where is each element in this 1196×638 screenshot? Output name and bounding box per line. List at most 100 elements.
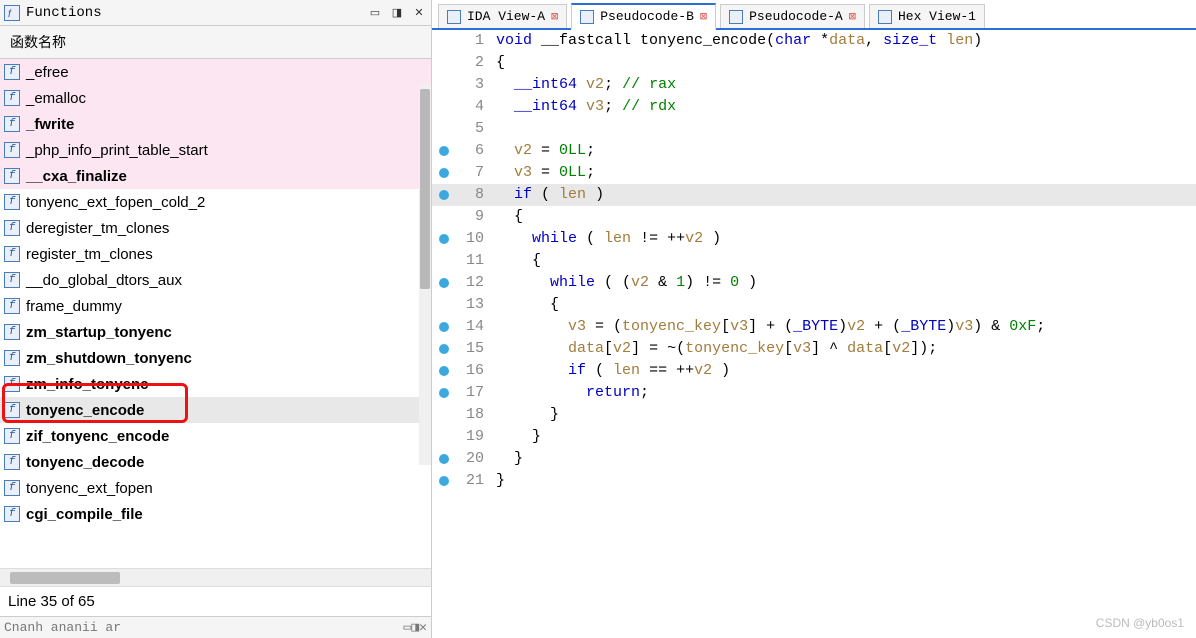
code-line[interactable]: 20 } <box>432 448 1196 470</box>
code-line[interactable]: 8 if ( len ) <box>432 184 1196 206</box>
function-item[interactable]: f_efree <box>0 59 431 85</box>
function-item[interactable]: fderegister_tm_clones <box>0 215 431 241</box>
breakpoint-marker <box>439 146 449 156</box>
function-name: zif_tonyenc_encode <box>26 428 169 445</box>
breakpoint-gutter[interactable] <box>432 344 456 354</box>
function-item[interactable]: fzm_info_tonyenc <box>0 371 431 397</box>
code-line[interactable]: 2{ <box>432 52 1196 74</box>
code-text: v3 = 0LL; <box>492 162 1196 184</box>
close-icon[interactable]: ⊠ <box>551 9 558 24</box>
code-text: while ( len != ++v2 ) <box>492 228 1196 250</box>
detach-button-2[interactable]: ◨ <box>411 620 419 635</box>
code-line[interactable]: 14 v3 = (tonyenc_key[v3] + (_BYTE)v2 + (… <box>432 316 1196 338</box>
tab-label: IDA View-A <box>467 9 545 24</box>
function-item[interactable]: fcgi_compile_file <box>0 501 431 527</box>
tab-icon <box>729 10 743 24</box>
function-icon: f <box>4 506 20 522</box>
code-text: if ( len ) <box>492 184 1196 206</box>
tab[interactable]: IDA View-A ⊠ <box>438 4 567 28</box>
function-item[interactable]: f zif_tonyenc_encode <box>0 423 431 449</box>
pseudocode-view[interactable]: 1void __fastcall tonyenc_encode(char *da… <box>432 30 1196 638</box>
function-item[interactable]: f__cxa_finalize <box>0 163 431 189</box>
function-name: deregister_tm_clones <box>26 220 169 237</box>
close-icon[interactable]: ⊠ <box>849 9 856 24</box>
bottom-panel-title: Cnanh ananii ar <box>4 620 121 635</box>
function-icon: f <box>4 480 20 496</box>
function-item[interactable]: fregister_tm_clones <box>0 241 431 267</box>
code-text: } <box>492 448 1196 470</box>
tab-icon <box>580 10 594 24</box>
code-line[interactable]: 3 __int64 v2; // rax <box>432 74 1196 96</box>
line-number: 20 <box>456 448 492 470</box>
tab-icon <box>878 10 892 24</box>
detach-button[interactable]: ◨ <box>389 5 405 21</box>
vertical-scrollbar[interactable] <box>419 85 431 465</box>
function-item[interactable]: ftonyenc_encode <box>0 397 431 423</box>
function-item[interactable]: fzm_shutdown_tonyenc <box>0 345 431 371</box>
breakpoint-gutter[interactable] <box>432 322 456 332</box>
line-number: 9 <box>456 206 492 228</box>
function-item[interactable]: ftonyenc_ext_fopen <box>0 475 431 501</box>
horizontal-scrollbar[interactable] <box>0 568 431 586</box>
function-name: _fwrite <box>26 116 74 133</box>
code-line[interactable]: 21} <box>432 470 1196 492</box>
code-line[interactable]: 19 } <box>432 426 1196 448</box>
code-text: { <box>492 52 1196 74</box>
function-icon: f <box>4 376 20 392</box>
function-item[interactable]: f_php_info_print_table_start <box>0 137 431 163</box>
code-line[interactable]: 12 while ( (v2 & 1) != 0 ) <box>432 272 1196 294</box>
breakpoint-gutter[interactable] <box>432 366 456 376</box>
code-line[interactable]: 17 return; <box>432 382 1196 404</box>
code-line[interactable]: 10 while ( len != ++v2 ) <box>432 228 1196 250</box>
function-item[interactable]: f tonyenc_ext_fopen_cold_2 <box>0 189 431 215</box>
line-number: 15 <box>456 338 492 360</box>
function-icon: f <box>4 454 20 470</box>
code-line[interactable]: 9 { <box>432 206 1196 228</box>
close-icon[interactable]: ⊠ <box>700 9 707 24</box>
function-item[interactable]: ftonyenc_decode <box>0 449 431 475</box>
code-line[interactable]: 15 data[v2] = ~(tonyenc_key[v3] ^ data[v… <box>432 338 1196 360</box>
function-item[interactable]: f__do_global_dtors_aux <box>0 267 431 293</box>
code-line[interactable]: 5 <box>432 118 1196 140</box>
code-line[interactable]: 16 if ( len == ++v2 ) <box>432 360 1196 382</box>
tab[interactable]: Pseudocode-A⊠ <box>720 4 865 28</box>
code-line[interactable]: 6 v2 = 0LL; <box>432 140 1196 162</box>
breakpoint-marker <box>439 322 449 332</box>
code-text: __int64 v2; // rax <box>492 74 1196 96</box>
breakpoint-marker <box>439 388 449 398</box>
tab-label: Pseudocode-B <box>600 9 694 24</box>
tab[interactable]: Pseudocode-B ⊠ <box>571 3 716 30</box>
breakpoint-gutter[interactable] <box>432 168 456 178</box>
breakpoint-gutter[interactable] <box>432 234 456 244</box>
code-line[interactable]: 1void __fastcall tonyenc_encode(char *da… <box>432 30 1196 52</box>
code-line[interactable]: 18 } <box>432 404 1196 426</box>
breakpoint-gutter[interactable] <box>432 388 456 398</box>
close-button[interactable]: ✕ <box>411 5 427 21</box>
function-item[interactable]: f_fwrite <box>0 111 431 137</box>
function-icon: f <box>4 428 20 444</box>
function-icon: f <box>4 194 20 210</box>
restore-button[interactable]: ▭ <box>367 5 383 21</box>
function-icon: f <box>4 90 20 106</box>
code-line[interactable]: 7 v3 = 0LL; <box>432 162 1196 184</box>
close-button-2[interactable]: ✕ <box>419 620 427 635</box>
breakpoint-gutter[interactable] <box>432 146 456 156</box>
code-line[interactable]: 11 { <box>432 250 1196 272</box>
breakpoint-gutter[interactable] <box>432 476 456 486</box>
breakpoint-gutter[interactable] <box>432 190 456 200</box>
column-header[interactable]: 函数名称 <box>0 26 431 59</box>
function-item[interactable]: fzm_startup_tonyenc <box>0 319 431 345</box>
code-line[interactable]: 4 __int64 v3; // rdx <box>432 96 1196 118</box>
panel-title: Functions <box>26 5 361 21</box>
breakpoint-gutter[interactable] <box>432 454 456 464</box>
function-name: _efree <box>26 64 69 81</box>
function-name: tonyenc_ext_fopen_cold_2 <box>26 194 205 211</box>
code-text: void __fastcall tonyenc_encode(char *dat… <box>492 30 1196 52</box>
code-line[interactable]: 13 { <box>432 294 1196 316</box>
restore-button-2[interactable]: ▭ <box>404 620 412 635</box>
tab[interactable]: Hex View-1 <box>869 4 985 28</box>
function-item[interactable]: f_emalloc <box>0 85 431 111</box>
function-list[interactable]: f_efreef_emallocf_fwritef_php_info_print… <box>0 59 431 568</box>
function-item[interactable]: fframe_dummy <box>0 293 431 319</box>
breakpoint-gutter[interactable] <box>432 278 456 288</box>
